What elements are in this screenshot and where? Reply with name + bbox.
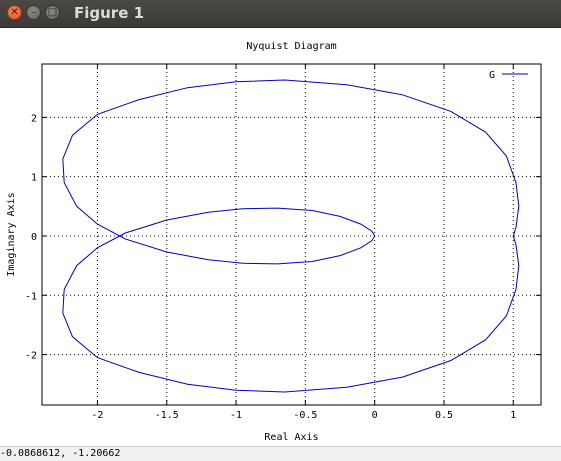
minimize-icon[interactable]: – [26,5,41,20]
window-titlebar: ✕ – □ Figure 1 [0,0,561,28]
cursor-coordinates: -0.0868612, -1.20662 [0,448,121,459]
y-tick-label: -2 [25,351,37,362]
x-axis-label: Real Axis [264,432,318,443]
x-tick-label: -2 [91,410,103,421]
x-tick-label: -1.5 [155,410,179,421]
x-tick-label: -0.5 [293,410,317,421]
y-axis-label: Imaginary Axis [6,192,17,276]
window-title: Figure 1 [74,4,145,22]
y-tick-label: 2 [31,113,37,124]
x-tick-label: 0 [372,410,378,421]
x-tick-label: -1 [230,410,242,421]
x-tick-label: 1 [510,410,516,421]
y-tick-label: 0 [31,232,37,243]
nyquist-plot: Nyquist Diagram -2 -1.5 -1 -0.5 0 0.5 1 -2 -1 0 1 2… [6,41,542,443]
y-tick-label: 1 [31,173,37,184]
status-bar: -0.0868612, -1.20662 [0,446,561,461]
x-tick-label: 0.5 [435,410,453,421]
chart-title: Nyquist Diagram [246,41,336,52]
legend: G [489,70,528,81]
maximize-icon[interactable]: □ [45,5,60,20]
close-icon[interactable]: ✕ [7,5,22,20]
legend-label-g: G [489,70,495,81]
y-tick-label: -1 [25,291,37,302]
